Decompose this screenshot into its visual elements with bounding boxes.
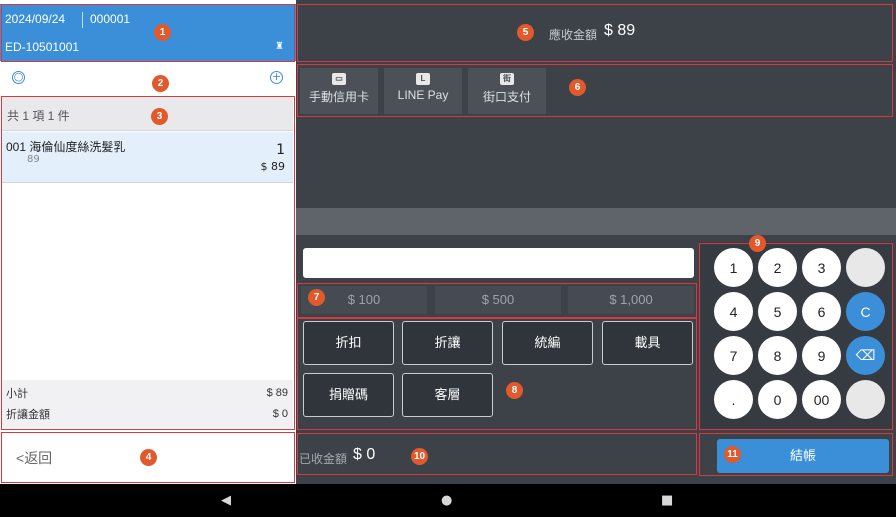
nav-home-icon[interactable]: ● [441,493,452,508]
badge-1: 1 [154,24,171,41]
badge-5: 5 [517,24,534,41]
highlight-box-7 [297,283,697,318]
badge-8: 8 [506,382,523,399]
highlight-box-10 [297,433,697,475]
divider-strip [296,208,896,235]
member-icon[interactable]: ○ [12,71,25,84]
badge-6: 6 [569,79,586,96]
badge-10: 10 [411,448,428,465]
badge-4: 4 [140,449,157,466]
highlight-box-8 [297,318,697,430]
badge-9: 9 [749,235,766,252]
amount-input[interactable] [303,248,694,278]
system-nav-bar: ◀ ● ■ [0,484,896,517]
add-member-icon[interactable]: + [270,71,283,84]
highlight-box-1 [1,4,295,62]
highlight-box-3 [1,96,295,430]
badge-7: 7 [308,289,325,306]
badge-3: 3 [151,108,168,125]
badge-11: 11 [724,446,741,463]
member-row: ○ + [0,63,296,95]
badge-2: 2 [152,75,169,92]
nav-back-icon[interactable]: ◀ [221,493,231,508]
highlight-box-6 [297,64,893,117]
highlight-box-9 [699,243,893,430]
highlight-box-5 [297,4,893,62]
nav-recents-icon[interactable]: ■ [661,493,673,508]
